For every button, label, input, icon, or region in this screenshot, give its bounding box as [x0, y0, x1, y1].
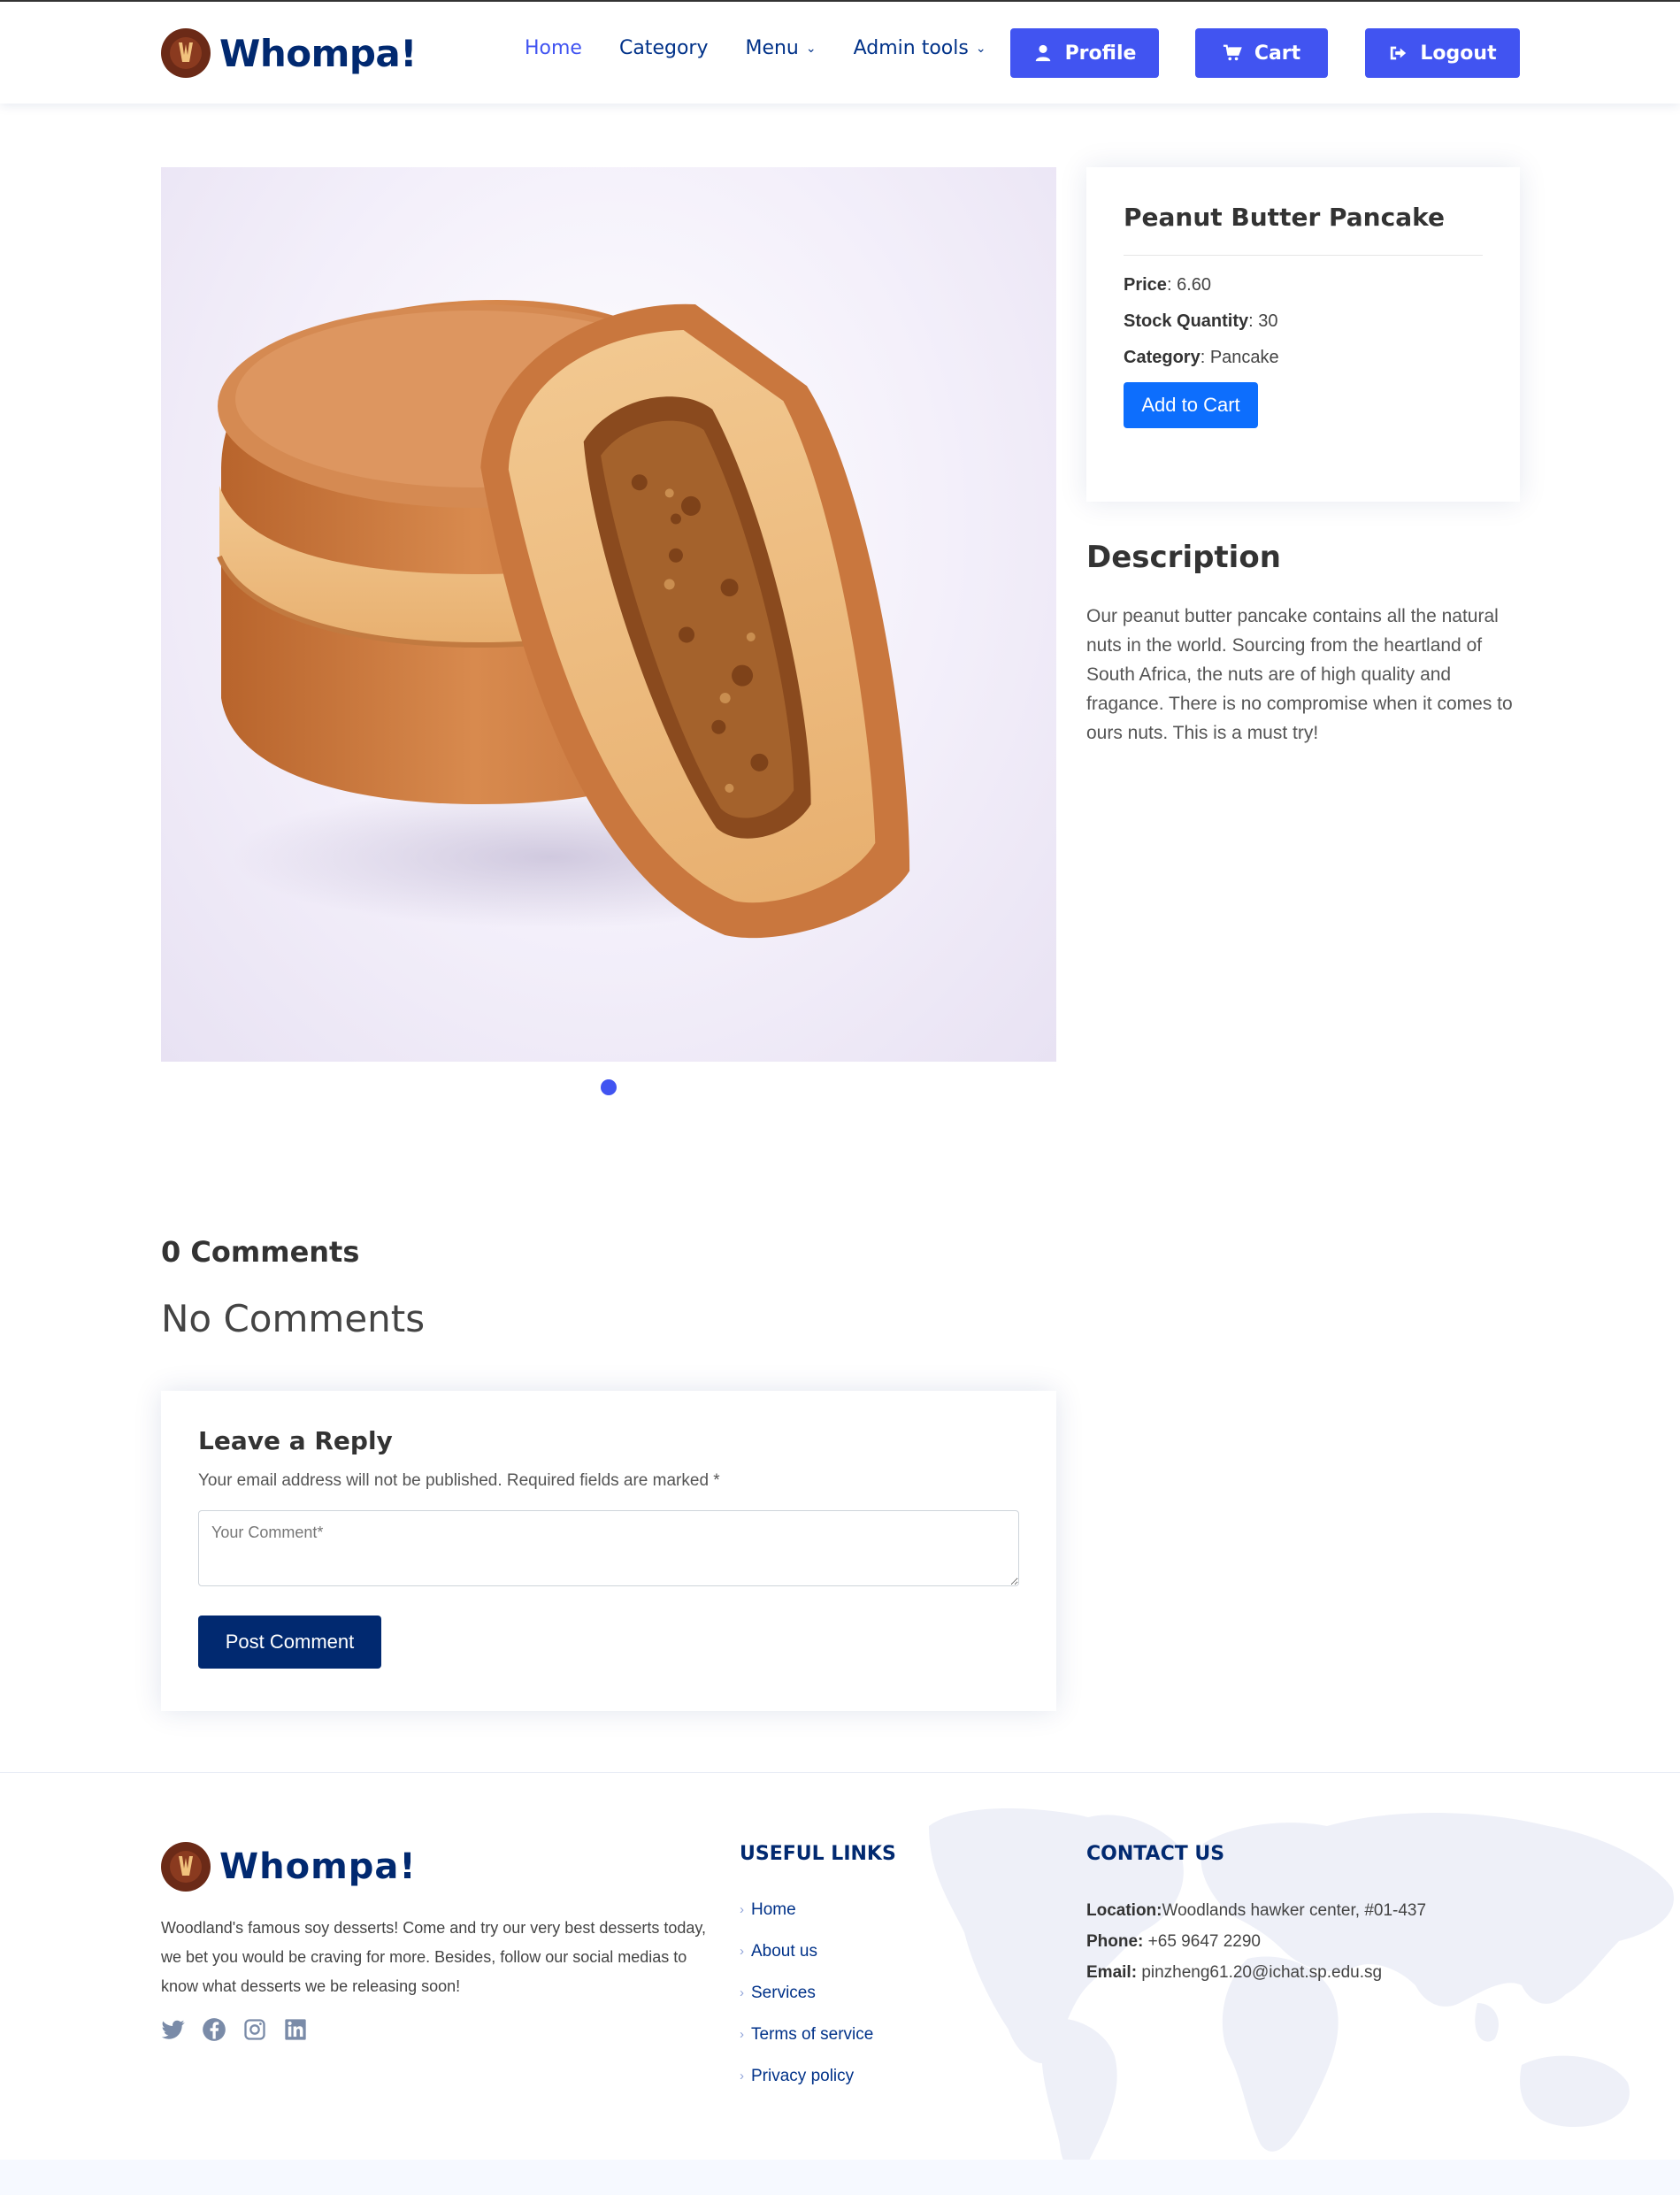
- contact-phone: Phone: +65 9647 2290: [1086, 1926, 1458, 1957]
- logo-icon: [161, 28, 211, 78]
- footer-link-privacy[interactable]: › Privacy policy: [740, 2055, 873, 2097]
- nav-category[interactable]: Category: [619, 37, 709, 59]
- phone-label: Phone:: [1086, 1932, 1144, 1951]
- comment-input[interactable]: [198, 1510, 1019, 1586]
- footer-link-about-us[interactable]: › About us: [740, 1930, 873, 1972]
- price-label: Price: [1124, 275, 1167, 295]
- reply-form: Leave a Reply Your email address will no…: [161, 1391, 1056, 1711]
- add-to-cart-button[interactable]: Add to Cart: [1124, 382, 1258, 428]
- linkedin-icon[interactable]: [283, 2017, 308, 2042]
- facebook-icon[interactable]: [202, 2017, 226, 2042]
- footer-about-text: Woodland's famous soy desserts! Come and…: [161, 1919, 707, 1995]
- description-title: Description: [1086, 540, 1281, 575]
- no-comments-message: No Comments: [161, 1297, 426, 1340]
- comments-count: 0 Comments: [161, 1235, 360, 1269]
- main-nav: Home Category Menu ⌄ Admin tools ⌄: [525, 37, 1024, 59]
- footer-link-services[interactable]: › Services: [740, 1972, 873, 2014]
- footer-link-label: Terms of service: [751, 2024, 874, 2044]
- footer-bottom-bar: [0, 2160, 1680, 2195]
- nav-category-label: Category: [618, 37, 709, 59]
- cart-button[interactable]: Cart: [1195, 28, 1328, 78]
- chevron-down-icon: ⌄: [805, 41, 817, 56]
- site-header: Whompa! Home Category Menu ⌄ Admin tools ⌄…: [0, 0, 1680, 104]
- description-text: Our peanut butter pancake contains all t…: [1086, 606, 1513, 743]
- logout-button[interactable]: Logout: [1365, 28, 1520, 78]
- logo-icon: [161, 1842, 211, 1892]
- product-image: [161, 167, 1056, 1062]
- logout-button-label: Logout: [1420, 42, 1497, 65]
- nav-admin-tools-dropdown[interactable]: Admin tools ⌄: [854, 37, 986, 59]
- location-value: Woodlands hawker center, #01-437: [1162, 1901, 1427, 1920]
- price-value: 6.60: [1177, 275, 1211, 295]
- chevron-right-icon: ›: [740, 1902, 744, 1917]
- category-label: Category: [1124, 348, 1201, 367]
- product-info-card: Peanut Butter Pancake Price: 6.60 Stock …: [1086, 167, 1520, 502]
- profile-button[interactable]: Profile: [1010, 28, 1159, 78]
- footer-link-label: Services: [751, 1983, 816, 2002]
- email-label: Email:: [1086, 1963, 1138, 1982]
- cart-button-label: Cart: [1254, 42, 1301, 65]
- contact-details: Location:Woodlands hawker center, #01-43…: [1086, 1895, 1458, 1988]
- reply-note: Your email address will not be published…: [198, 1471, 720, 1490]
- divider: [1124, 255, 1483, 256]
- useful-links-list: › Home › About us › Services › Terms of serv…: [740, 1889, 873, 2097]
- instagram-icon[interactable]: [242, 2017, 267, 2042]
- chevron-right-icon: ›: [740, 1985, 744, 2000]
- carousel-indicator-1[interactable]: [601, 1079, 617, 1095]
- brand-name: Whompa!: [219, 31, 417, 75]
- footer-link-label: Home: [751, 1900, 796, 1919]
- nav-home[interactable]: Home: [525, 37, 582, 59]
- social-links: [161, 2017, 308, 2042]
- category-row: Category: Pancake: [1124, 348, 1279, 367]
- twitter-icon[interactable]: [161, 2017, 186, 2042]
- nav-menu-label: Menu: [745, 37, 799, 59]
- user-icon: [1035, 44, 1050, 62]
- phone-value: +65 9647 2290: [1147, 1932, 1261, 1951]
- footer-brand-link[interactable]: Whompa!: [161, 1842, 417, 1892]
- email-value: pinzheng61.20@ichat.sp.edu.sg: [1141, 1963, 1383, 1982]
- contact-location: Location:Woodlands hawker center, #01-43…: [1086, 1895, 1458, 1926]
- location-label: Location:: [1086, 1901, 1162, 1920]
- shopping-cart-icon: [1223, 44, 1242, 61]
- nav-menu-dropdown[interactable]: Menu ⌄: [745, 37, 816, 59]
- chevron-right-icon: ›: [740, 2068, 744, 2084]
- footer-link-home[interactable]: › Home: [740, 1889, 873, 1930]
- footer-link-label: About us: [751, 1941, 817, 1961]
- footer-brand-name: Whompa!: [219, 1846, 417, 1887]
- chevron-right-icon: ›: [740, 1944, 744, 1959]
- useful-links-title: USEFUL LINKS: [740, 1843, 896, 1865]
- category-value: Pancake: [1209, 348, 1279, 367]
- sign-out-icon: [1391, 46, 1407, 60]
- brand-logo-link[interactable]: Whompa!: [161, 28, 417, 78]
- footer-link-label: Privacy policy: [751, 2066, 855, 2085]
- stock-row: Stock Quantity: 30: [1124, 311, 1278, 331]
- nav-home-label: Home: [525, 37, 582, 59]
- stock-label: Stock Quantity: [1124, 311, 1249, 331]
- nav-admin-tools-label: Admin tools: [853, 37, 969, 59]
- stock-value: 30: [1258, 311, 1278, 331]
- chevron-right-icon: ›: [740, 2027, 744, 2042]
- contact-email: Email: pinzheng61.20@ichat.sp.edu.sg: [1086, 1957, 1458, 1988]
- footer-link-terms[interactable]: › Terms of service: [740, 2014, 873, 2055]
- post-comment-button[interactable]: Post Comment: [198, 1616, 381, 1669]
- reply-title: Leave a Reply: [198, 1426, 393, 1455]
- price-row: Price: 6.60: [1124, 275, 1211, 295]
- profile-button-label: Profile: [1064, 42, 1137, 65]
- contact-us-title: CONTACT US: [1086, 1843, 1225, 1865]
- product-name: Peanut Butter Pancake: [1124, 203, 1445, 232]
- chevron-down-icon: ⌄: [975, 41, 986, 56]
